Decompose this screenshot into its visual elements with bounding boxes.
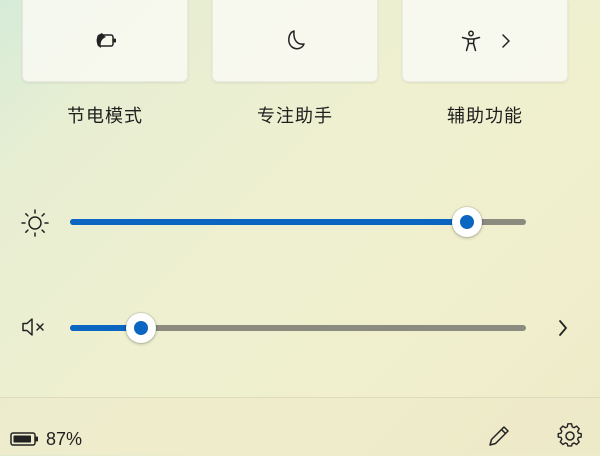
volume-slider[interactable] [70, 313, 526, 343]
accessibility-icon [459, 29, 483, 53]
accessibility-label: 辅助功能 [447, 106, 523, 126]
volume-muted-icon[interactable] [18, 313, 52, 341]
gear-icon[interactable] [557, 423, 583, 454]
focus-assist-tile[interactable] [212, 0, 378, 82]
volume-slider-thumb[interactable] [125, 313, 156, 343]
battery-saver-label: 节电模式 [67, 106, 143, 126]
battery-saver-tile[interactable] [22, 0, 188, 82]
chevron-right-icon [501, 33, 511, 49]
focus-assist-label: 专注助手 [257, 106, 333, 126]
brightness-slider[interactable] [70, 207, 526, 237]
brightness-slider-thumb[interactable] [451, 207, 482, 237]
brightness-sun-icon [18, 207, 52, 239]
accessibility-tile[interactable] [402, 0, 568, 82]
battery-saver-icon [92, 32, 118, 50]
brightness-slider-fill [70, 219, 467, 225]
battery-percentage[interactable]: 87% [46, 429, 82, 450]
pencil-icon[interactable] [486, 423, 512, 454]
focus-assist-moon-icon [284, 29, 306, 53]
volume-output-chevron-icon[interactable] [553, 316, 573, 340]
battery-icon[interactable] [10, 431, 40, 452]
quick-settings-footer: 87% [0, 397, 600, 456]
